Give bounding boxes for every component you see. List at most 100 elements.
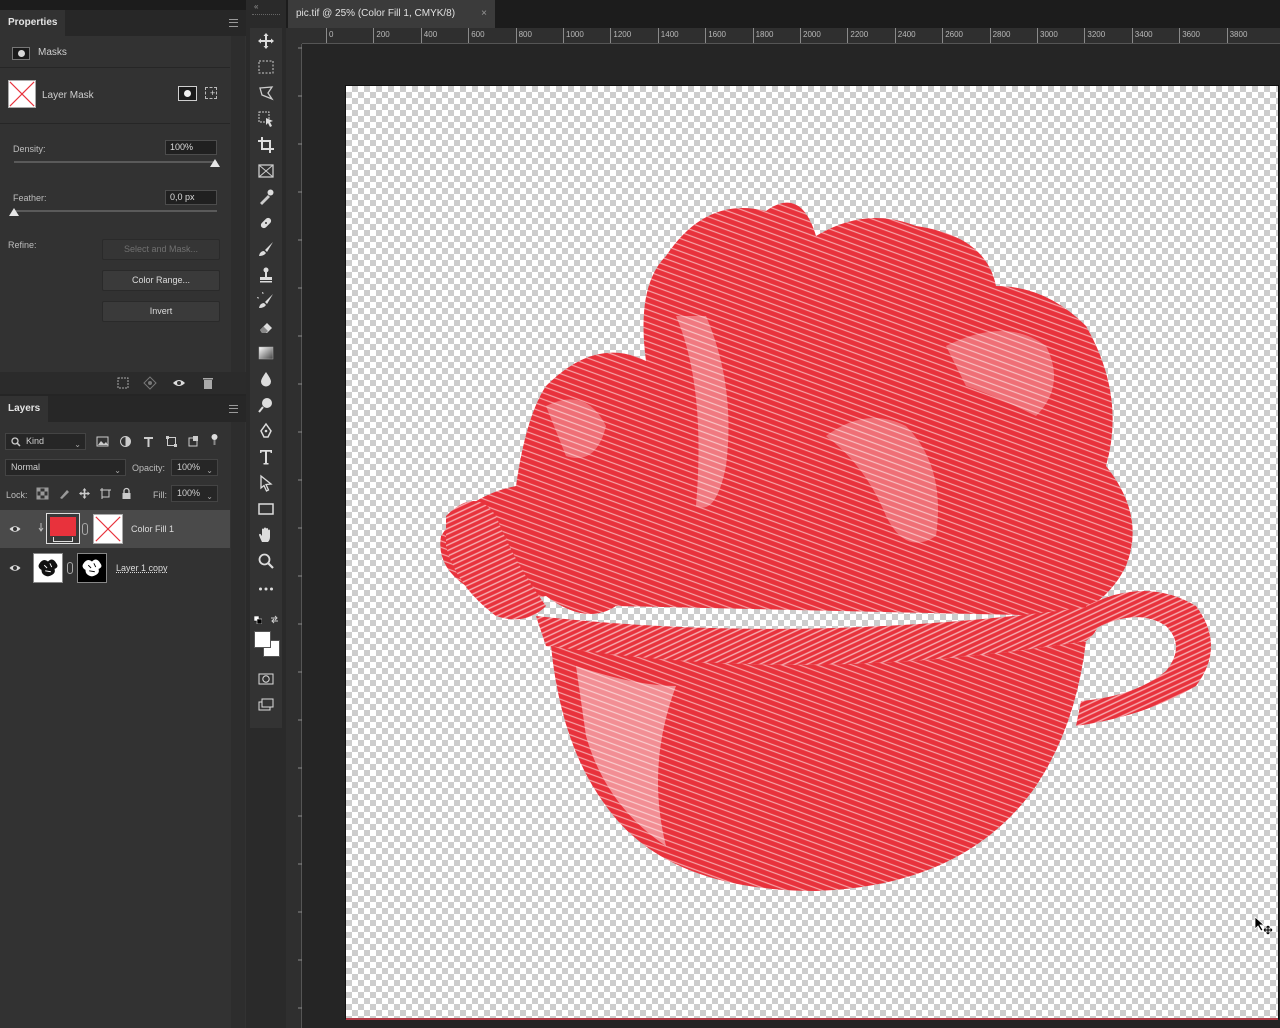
visibility-eye-icon[interactable] [9,523,21,535]
feather-input[interactable]: 0,0 px [165,190,217,205]
ruler-origin[interactable] [286,28,302,44]
lock-artboard-icon[interactable] [99,487,112,500]
stamp-tool[interactable] [257,266,275,284]
object-select-tool[interactable] [257,110,275,128]
canvas-edge-highlight [346,1018,1278,1020]
properties-scrollbar[interactable] [231,36,245,372]
tab-properties[interactable]: Properties [0,10,66,36]
pasteboard[interactable] [302,44,1280,1028]
tools-grip[interactable] [252,14,280,16]
filter-kind-dropdown[interactable]: Kind ⌄ [5,433,86,450]
art-pot-handle [1076,591,1211,726]
default-colors-icon[interactable] [254,616,262,624]
trash-icon[interactable] [201,376,215,390]
zoom-tool[interactable] [257,552,275,570]
hand-tool[interactable] [257,526,275,544]
foreground-color-swatch[interactable] [254,631,271,648]
path-select-tool[interactable] [257,474,275,492]
rectangle-tool[interactable] [257,500,275,518]
layer-mask-thumbnail[interactable] [8,80,36,108]
swap-colors-icon[interactable] [270,615,279,624]
layer-row-color-fill[interactable]: Color Fill 1 [0,510,230,548]
filter-type-icon[interactable] [142,435,155,448]
properties-panel: Properties Masks Layer Mask Density: 100… [0,10,246,372]
fill-layer-thumbnail[interactable] [46,513,80,544]
density-slider-thumb[interactable] [210,159,220,167]
layer-name[interactable]: Layer 1 copy [116,563,168,573]
filter-shape-icon[interactable] [165,435,178,448]
lock-transparent-icon[interactable] [36,487,49,500]
quick-mask-tool[interactable] [257,670,275,688]
filter-pixel-icon[interactable] [96,435,109,448]
chevron-down-icon: ⌄ [206,466,213,475]
layers-scrollbar[interactable] [231,422,245,1028]
color-range-button[interactable]: Color Range... [102,270,220,291]
layers-menu-icon[interactable] [229,405,238,413]
ruler-tick-label: 3600 [1182,30,1200,39]
invert-button[interactable]: Invert [102,301,220,322]
canvas[interactable] [346,86,1278,1018]
properties-menu-icon[interactable] [229,19,238,27]
lock-image-icon[interactable] [58,487,71,500]
filter-toggle-icon[interactable] [208,433,221,446]
healing-tool[interactable] [257,214,275,232]
lasso-tool[interactable] [257,84,275,102]
collapse-arrows-icon[interactable]: « [254,3,278,11]
history-brush-tool[interactable] [254,289,275,310]
filter-smart-object-icon[interactable] [187,435,200,448]
load-selection-icon[interactable] [116,376,130,390]
lock-position-icon[interactable] [78,487,91,500]
artwork-pot-with-cloth [440,202,1211,891]
link-chain-icon[interactable] [67,562,73,574]
hand-icon [259,527,270,542]
filter-adjustment-icon[interactable] [119,435,132,448]
pen-tool[interactable] [257,422,275,440]
screen-mode-tool[interactable] [257,696,275,714]
more-tools[interactable] [257,580,275,598]
layer-image-thumbnail[interactable] [33,553,63,583]
panel-collapse-strip[interactable] [0,0,246,10]
horizontal-ruler[interactable]: 0 200 400 600 800 1000 1200 1400 1600 1800 2000 220… [302,28,1280,44]
blend-mode-label: Normal [11,462,41,472]
ruler-tick-label: 2200 [850,30,869,39]
lock-all-icon[interactable] [120,487,133,500]
ellipsis-icon [259,587,273,591]
clip-arrow-icon [38,523,44,532]
blur-tool[interactable] [257,370,275,388]
fill-input[interactable]: 100% ⌄ [171,485,218,502]
vector-mask-icon[interactable] [205,87,217,99]
move-tool[interactable] [257,32,275,50]
vertical-ruler[interactable] [286,44,302,1028]
visibility-eye-icon[interactable] [9,562,21,574]
close-icon[interactable]: × [481,0,487,28]
brush-tool[interactable] [257,240,275,258]
dodge-tool[interactable] [257,396,275,414]
document-tab[interactable]: pic.tif @ 25% (Color Fill 1, CMYK/8) × [288,0,495,28]
layer-name[interactable]: Color Fill 1 [131,524,174,534]
opacity-input[interactable]: 100% ⌄ [171,459,218,476]
eyedropper-tool[interactable] [257,188,275,206]
layer-mask-thumbnail[interactable] [93,514,123,544]
zoom-icon [258,553,274,569]
apply-mask-icon[interactable] [143,376,157,390]
select-and-mask-button[interactable]: Select and Mask... [102,239,220,260]
eye-icon[interactable] [172,376,186,390]
density-input[interactable]: 100% [165,140,217,155]
tab-layers[interactable]: Layers [0,396,49,422]
gradient-tool[interactable] [257,344,275,362]
layer-mask-thumbnail[interactable] [77,553,107,583]
layer-mask-row: Layer Mask [0,68,230,124]
feather-slider-track[interactable] [14,210,217,212]
marquee-tool[interactable] [257,58,275,76]
feather-slider-thumb[interactable] [9,208,19,216]
layer-row-layer-1-copy[interactable]: Layer 1 copy [0,549,230,587]
type-tool[interactable] [257,448,275,466]
eraser-tool[interactable] [257,318,275,336]
frame-tool[interactable] [257,162,275,180]
pixel-mask-icon[interactable] [178,86,197,101]
link-chain-icon[interactable] [82,523,88,535]
blend-mode-dropdown[interactable]: Normal ⌄ [5,459,126,476]
crop-icon [258,137,274,153]
density-slider-track[interactable] [14,161,217,163]
crop-tool[interactable] [257,136,275,154]
